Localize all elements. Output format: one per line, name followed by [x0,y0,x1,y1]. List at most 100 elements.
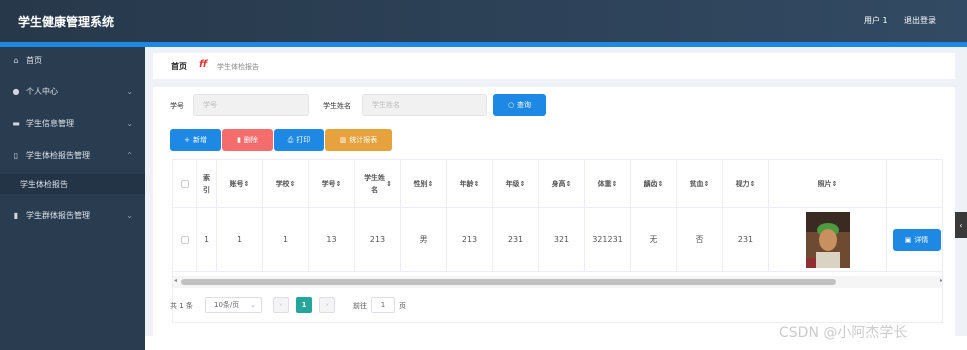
col-header-anemia[interactable]: 贫血 ⇕ [677,160,723,208]
scroll-right-icon[interactable]: ▸ [940,277,942,284]
col-header-vision[interactable]: 视力 ⇕ [723,160,769,208]
app-title: 学生健康管理系统 [18,15,115,29]
print-button-label: 打印 [296,136,311,144]
logout-link[interactable]: 退出登录 [904,15,936,26]
sidebar-item-label: 学生群体报告管理 [26,210,90,220]
col-header-index: 索引 [197,160,217,208]
col-header-age[interactable]: 年龄 ⇕ [447,160,493,208]
current-user[interactable]: 用户 1 [864,15,888,26]
prev-page-button[interactable]: ‹ [273,297,289,313]
print-button[interactable]: ⎙ 打印 [274,129,324,151]
user-icon: ● [12,86,20,96]
col-header-account[interactable]: 账号 ⇕ [217,160,263,208]
delete-button[interactable]: ▮ 删除 [222,129,273,151]
detail-icon: ▣ [904,235,912,244]
sort-icon[interactable]: ⇕ [704,178,710,190]
col-header-grade[interactable]: 年级 ⇕ [493,160,539,208]
breadcrumb: 首页 ff 学生体检报告 [153,53,955,79]
sort-icon[interactable]: ⇕ [520,178,526,190]
breadcrumb-home[interactable]: 首页 [171,61,187,72]
sort-icon[interactable]: ⇕ [566,178,572,190]
col-header-label: 贫血 [689,179,704,188]
id-card-icon: ▬ [12,118,20,128]
scrollbar-thumb[interactable] [181,279,836,285]
page-1-button[interactable]: 1 [296,297,312,313]
sort-icon[interactable]: ⇕ [428,178,434,190]
detail-button[interactable]: ▣ 详情 [892,228,941,251]
student-name-input[interactable]: 学生姓名 [362,94,487,116]
col-header-label: 体重 [597,179,612,188]
sidebar-item-home[interactable]: ⌂ 首页 [0,50,145,70]
sort-icon[interactable]: ⇕ [750,178,756,190]
col-header-student-name[interactable]: 学生姓名 ⇕ [355,160,401,208]
plus-icon: + [184,136,190,144]
sidebar-subitem-exam-report[interactable]: 学生体检报告 [0,174,145,194]
col-header-label: 账号 [229,179,244,188]
breadcrumb-current: 学生体检报告 [217,63,259,71]
col-header-gender[interactable]: 性别 ⇕ [401,160,447,208]
col-header-label: 学生姓名 [364,173,386,194]
sidebar-item-exam-report-mgmt[interactable]: ▯ 学生体检报告管理 ⌃ [0,145,145,165]
cell-account: 1 [217,208,263,272]
scroll-left-icon[interactable]: ◂ [174,277,177,284]
sort-icon[interactable]: ⇕ [386,178,392,190]
checkbox[interactable] [180,179,189,188]
sort-icon[interactable]: ⇕ [474,178,480,190]
row-select[interactable] [173,208,197,272]
col-header-label: 照片 [817,179,832,188]
page-size-value: 10条/页 [214,301,240,309]
search-button[interactable]: ○ 查询 [493,94,546,116]
side-collapse-tab[interactable]: ‹ [955,212,967,238]
report-panel: 学号 学号 学生姓名 学生姓名 ○ 查询 + 新增 ▮ 删除 ⎙ 打印 ▥ 统计… [153,87,955,345]
horizontal-scrollbar[interactable]: ◂ ▸ [173,276,942,288]
col-header-label: 学号 [321,179,336,188]
cell-student-name: 213 [355,208,401,272]
col-header-label: 视力 [735,179,750,188]
col-header-label: 性别 [413,179,428,188]
chart-icon: ▥ [339,136,347,144]
page-unit-label: 页 [399,302,406,310]
col-header-weight[interactable]: 体重 ⇕ [585,160,631,208]
trash-icon: ▮ [13,210,19,220]
chevron-up-icon: ⌃ [126,150,133,160]
col-header-student-no[interactable]: 学号 ⇕ [309,160,355,208]
cell-height: 321 [539,208,585,272]
col-header-school[interactable]: 学校 ⇕ [263,160,309,208]
col-header-caries[interactable]: 龋齿 ⇕ [631,160,677,208]
chevron-down-icon: ⌄ [126,118,133,128]
sort-icon[interactable]: ⇕ [612,178,618,190]
col-header-photo[interactable]: 照片 ⇕ [769,160,887,208]
student-photo[interactable] [805,211,850,268]
cell-actions: ▣ 详情 [887,208,942,272]
next-page-button[interactable]: › [319,297,335,313]
cell-vision: 231 [723,208,769,272]
add-button-label: 新增 [192,136,207,144]
col-header-height[interactable]: 身高 ⇕ [539,160,585,208]
student-no-label: 学号 [170,102,184,110]
add-button[interactable]: + 新增 [170,129,221,151]
breadcrumb-logo-icon: ff [199,59,208,70]
sort-icon[interactable]: ⇕ [244,178,250,190]
cell-student-no: 13 [309,208,355,272]
header-select-all[interactable] [173,160,197,208]
page-size-select[interactable]: 10条/页 ⌄ [205,297,262,313]
home-icon: ⌂ [13,55,19,65]
delete-button-label: 删除 [243,136,258,144]
sort-icon[interactable]: ⇕ [832,178,838,190]
chevron-down-icon: ⌄ [126,210,133,220]
checkbox[interactable] [180,235,189,244]
sort-icon[interactable]: ⇕ [658,178,664,190]
sidebar-item-student-info[interactable]: ▬ 学生信息管理 ⌄ [0,113,145,133]
search-icon: ○ [507,101,515,109]
sidebar-item-personal-center[interactable]: ● 个人中心 ⌄ [0,81,145,101]
sort-icon[interactable]: ⇕ [336,178,342,190]
student-no-input[interactable]: 学号 [193,94,309,116]
phone-icon: ▯ [13,150,19,160]
stats-button-label: 统计报表 [349,136,378,144]
sort-icon[interactable]: ⇕ [290,178,296,190]
goto-input[interactable]: 1 [371,297,395,313]
stats-button[interactable]: ▥ 统计报表 [325,129,392,151]
sidebar-item-label: 个人中心 [26,86,58,96]
sidebar-item-label: 学生体检报告 [20,179,68,189]
sidebar-item-group-report-mgmt[interactable]: ▮ 学生群体报告管理 ⌄ [0,205,145,225]
